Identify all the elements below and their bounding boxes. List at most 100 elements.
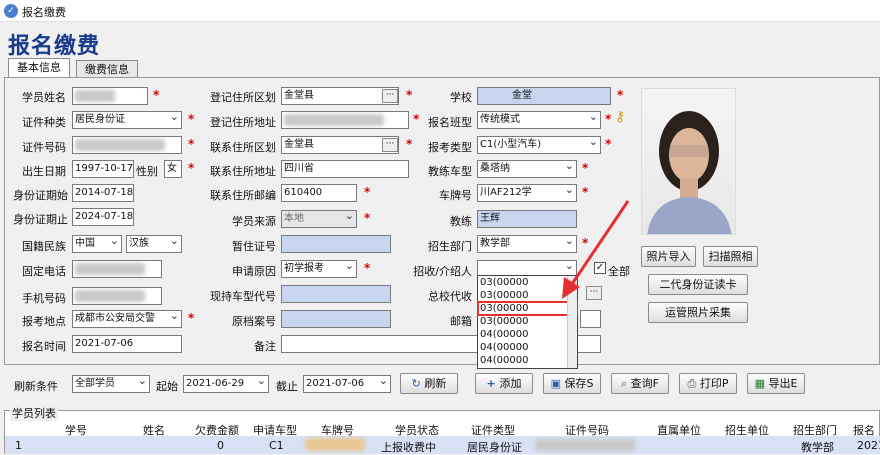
source-select[interactable]: 本地 [281,210,357,228]
photo-import-button[interactable]: 照片导入 [641,246,696,267]
school-label: 学校 [450,91,472,104]
plus-icon: + [486,377,500,390]
con-addr-input[interactable]: 四川省 [281,160,409,178]
gender-input[interactable]: 女 [164,160,182,178]
save-icon: ▣ [550,377,565,390]
phone-input[interactable] [72,260,162,278]
reason-select[interactable]: 初学报考 [281,260,357,278]
reg-area-picker-button[interactable]: ··· [382,89,398,103]
search-icon: ⌕ [621,377,631,390]
car-type-label: 教练车型 [428,165,472,178]
required-mark: * [188,311,195,325]
nationality-select[interactable]: 中国 [72,235,122,253]
email-input[interactable] [580,310,601,328]
student-photo [641,88,736,235]
start-date-select[interactable]: 2021-06-29 [183,375,269,393]
refresh-button[interactable]: ↻ 刷新 [400,373,458,394]
required-mark: * [364,261,371,275]
page-title: 报名缴费 [8,33,101,59]
license-input[interactable] [281,285,391,303]
print-button[interactable]: ⎙ 打印P [679,373,737,394]
reg-addr-input[interactable] [281,111,409,129]
annotation-arrow-icon [562,200,630,299]
id-no-input[interactable] [72,136,182,154]
required-mark: * [617,88,624,102]
time-label: 报名时间 [22,340,66,353]
refresh-filter-select[interactable]: 全部学员 [72,375,150,393]
email-label: 邮箱 [450,315,472,328]
table-row[interactable]: 1 0 C1 上报收费中 居民身份证 教学部 2021- [5,436,880,454]
agent-label: 总校代收 [428,290,472,303]
school-input[interactable]: 金堂 [477,87,611,105]
source-label: 学员来源 [232,215,276,228]
time-input[interactable]: 2021-07-06 [72,335,182,353]
id-start-input[interactable]: 2014-07-18 [72,184,134,202]
car-type-select[interactable]: 桑塔纳 [477,160,577,178]
dept-label: 招生部门 [428,240,472,253]
add-button[interactable]: + 添加 [475,373,533,394]
location-select[interactable]: 成都市公安局交警 [72,310,182,328]
id-end-input[interactable]: 2024-07-18 [72,208,134,226]
required-mark: * [153,88,160,102]
ethnic-select[interactable]: 汉族 [126,235,182,253]
required-mark: * [582,161,589,175]
reg-addr-label: 登记住所地址 [210,116,276,129]
name-label: 学员姓名 [22,91,66,104]
student-table[interactable]: 学号 姓名 欠费金额 申请车型 车牌号 学员状态 证件类型 证件号码 直属单位 … [4,410,880,454]
query-button[interactable]: ⌕ 查询F [611,373,669,394]
id-card-reader-button[interactable]: 二代身份证读卡 [648,274,748,295]
title-bar: ✓ 报名缴费 [0,0,880,22]
name-input[interactable] [72,87,148,105]
con-area-label: 联系住所区划 [210,141,276,154]
required-mark: * [364,211,371,225]
recruiter-label: 招收/介绍人 [413,265,472,278]
class-select[interactable]: 传统模式 [477,111,601,129]
refresh-filter-label: 刷新条件 [14,380,58,393]
photo-collect-button[interactable]: 运管照片采集 [648,302,748,323]
refresh-icon: ↻ [411,377,425,390]
remark-label: 备注 [254,340,276,353]
file-label: 原档案号 [232,315,276,328]
dropdown-item[interactable]: 04(00000 [478,328,577,341]
temp-input[interactable] [281,235,391,253]
printer-icon: ⎙ [687,377,700,390]
end-date-select[interactable]: 2021-07-06 [303,375,391,393]
key-icon[interactable]: ⚷ [615,109,625,125]
id-type-label: 证件种类 [22,116,66,129]
tab-payment-info[interactable]: 缴费信息 [76,60,138,78]
con-area-picker-button[interactable]: ··· [382,138,398,152]
id-start-label: 身份证期始 [13,189,68,202]
student-list-title: 学员列表 [10,405,58,421]
tab-basic-info[interactable]: 基本信息 [8,58,70,78]
scan-photo-button[interactable]: 扫描照相 [703,246,758,267]
coach-label: 教练 [450,215,472,228]
required-mark: * [188,137,195,151]
window-title: 报名缴费 [22,6,66,19]
dropdown-item[interactable]: 03(00000 [478,315,577,328]
class-label: 报名班型 [428,116,472,129]
birth-label: 出生日期 [22,165,66,178]
mobile-label: 手机号码 [22,292,66,305]
mobile-input[interactable] [72,287,162,305]
license-label: 现持车型代号 [210,290,276,303]
temp-label: 暂住证号 [232,240,276,253]
start-label: 起始 [156,380,178,393]
exam-type-label: 报考类型 [428,141,472,154]
birth-input[interactable]: 1997-10-17 [72,160,134,178]
dropdown-item[interactable]: 04(00000 [478,341,577,354]
reg-area-label: 登记住所区划 [210,91,276,104]
id-type-select[interactable]: 居民身份证 [72,111,182,129]
required-mark: * [406,88,413,102]
location-label: 报考地点 [22,315,66,328]
save-button[interactable]: ▣ 保存S [543,373,601,394]
exam-type-select[interactable]: C1(小型汽车) [477,136,601,154]
id-end-label: 身份证期止 [13,213,68,226]
id-no-label: 证件号码 [22,141,66,154]
zip-input[interactable]: 610400 [281,184,357,202]
required-mark: * [364,185,371,199]
file-input[interactable] [281,310,391,328]
end-label: 截止 [276,380,298,393]
dropdown-item[interactable]: 04(00000 [478,354,577,367]
export-button[interactable]: ▦ 导出E [747,373,805,394]
gender-label: 性别 [136,165,158,178]
